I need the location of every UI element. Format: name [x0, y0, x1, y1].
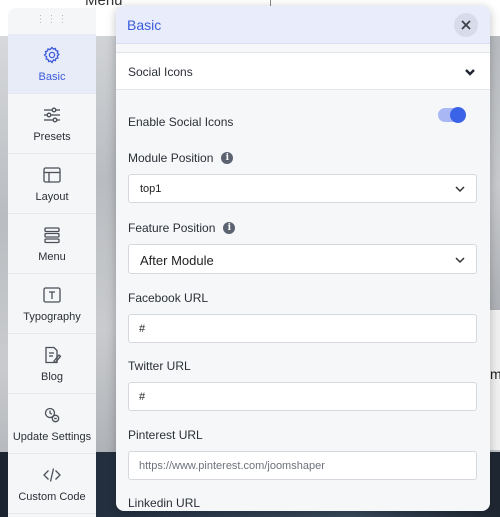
update-icon [44, 407, 60, 422]
drag-handle-icon[interactable]: ⋮⋮⋮ [8, 14, 96, 25]
settings-sidebar: ⋮⋮⋮ Basic Presets Layout Menu Typography [8, 8, 96, 517]
sliders-icon [44, 107, 60, 122]
feature-position-label: Feature Position i [128, 221, 236, 235]
gear-icon [43, 46, 60, 64]
layout-icon [43, 166, 61, 183]
sidebar-item-label: Presets [33, 130, 71, 143]
blog-icon [45, 346, 62, 363]
panel-header: Basic [116, 6, 490, 44]
enable-social-icons-toggle[interactable] [438, 107, 466, 123]
field-label-text: Pinterest URL [128, 428, 203, 442]
chevron-down-icon [455, 257, 465, 264]
linkedin-url-label: Linkedin URL [128, 496, 200, 510]
sidebar-item-label: Blog [40, 370, 64, 383]
sidebar-item-update-settings[interactable]: Update Settings [8, 394, 96, 454]
info-icon[interactable]: i [223, 222, 236, 234]
sidebar-item-label: Basic [38, 70, 66, 83]
select-value: After Module [140, 253, 214, 268]
toggle-knob [450, 107, 466, 123]
facebook-url-label: Facebook URL [128, 291, 208, 305]
panel-title: Basic [127, 17, 162, 33]
typography-icon [43, 286, 61, 303]
close-icon [461, 20, 471, 30]
section-title: Social Icons [128, 65, 193, 79]
field-label-text: Feature Position [128, 221, 216, 235]
twitter-url-label: Twitter URL [128, 359, 191, 373]
field-label-text: Module Position [128, 151, 214, 165]
sidebar-item-label: Update Settings [12, 430, 92, 443]
chevron-down-icon [465, 69, 475, 76]
facebook-url-input[interactable] [128, 314, 477, 343]
section-social-icons-toggle[interactable]: Social Icons [116, 52, 490, 90]
chevron-down-icon [455, 186, 465, 193]
sidebar-item-typography[interactable]: Typography [8, 274, 96, 334]
sidebar-item-label: Typography [23, 310, 81, 323]
module-position-label: Module Position i [128, 151, 234, 165]
field-label-text: Twitter URL [128, 359, 191, 373]
field-label-text: Enable Social Icons [128, 115, 234, 129]
sidebar-item-label: Custom Code [18, 490, 86, 503]
field-label-text: Linkedin URL [128, 496, 201, 510]
sidebar-item-label: Layout [35, 190, 69, 203]
sidebar-item-menu[interactable]: Menu [8, 214, 96, 274]
sidebar-item-layout[interactable]: Layout [8, 154, 96, 214]
sidebar-item-presets[interactable]: Presets [8, 94, 96, 154]
sidebar-item-label: Menu [38, 250, 66, 263]
sidebar-item-basic[interactable]: Basic [8, 34, 96, 94]
menu-icon [44, 226, 60, 243]
pinterest-url-label: Pinterest URL [128, 428, 203, 442]
settings-panel: Basic Social Icons Enable Social Icons M… [116, 6, 490, 511]
sidebar-item-blog[interactable]: Blog [8, 334, 96, 394]
info-icon[interactable]: i [221, 152, 234, 164]
feature-position-select[interactable]: After Module [128, 244, 477, 274]
background-text-fragment: m [490, 366, 500, 382]
module-position-select[interactable]: top1 [128, 174, 477, 203]
select-value: top1 [140, 183, 162, 195]
field-label-text: Facebook URL [128, 291, 209, 305]
enable-social-icons-label: Enable Social Icons [128, 115, 233, 129]
code-icon [43, 467, 61, 482]
sidebar-item-custom-code[interactable]: Custom Code [8, 454, 96, 514]
close-button[interactable] [454, 13, 478, 37]
pinterest-url-input[interactable] [128, 451, 477, 480]
twitter-url-input[interactable] [128, 382, 477, 411]
